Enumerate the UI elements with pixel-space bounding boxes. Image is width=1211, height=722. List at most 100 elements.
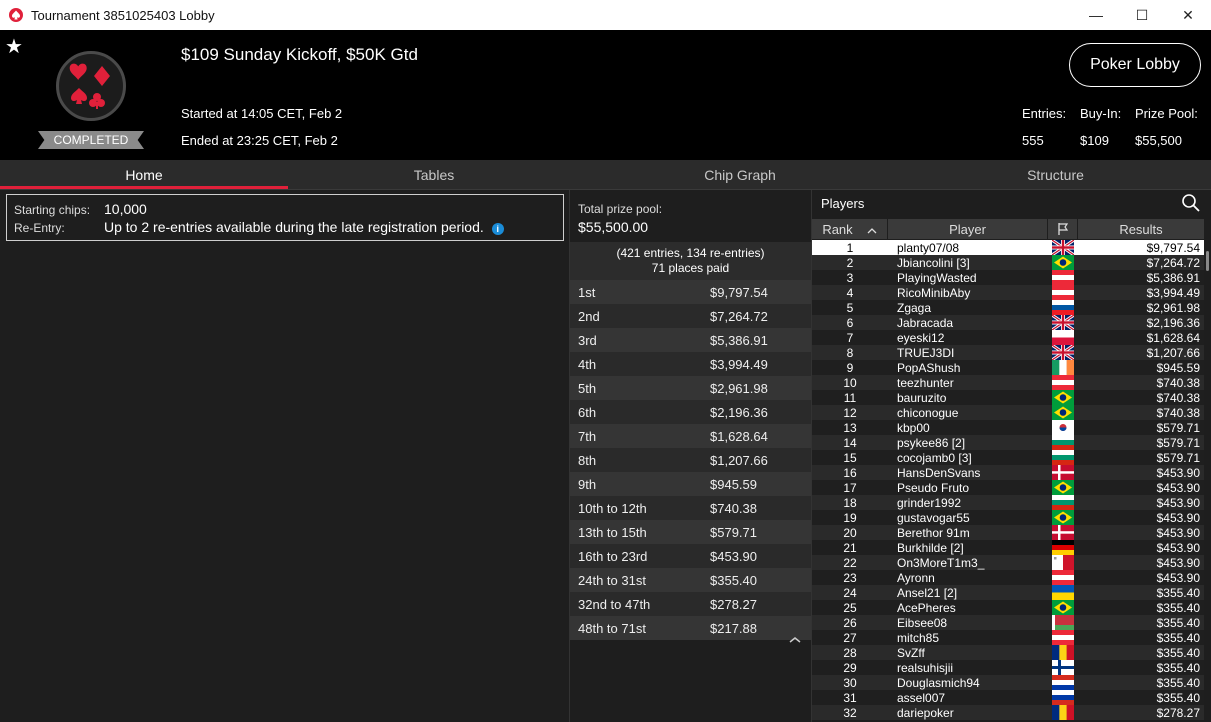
flag-fi-icon bbox=[1052, 660, 1074, 675]
player-rank: 32 bbox=[843, 706, 857, 720]
player-row[interactable]: 16 HansDenSvans $453.90 bbox=[812, 465, 1204, 480]
payout-amount: $2,196.36 bbox=[710, 404, 768, 420]
status-badge: COMPLETED bbox=[38, 131, 144, 149]
player-row[interactable]: 22 On3MoreT1m3_ $453.90 bbox=[812, 555, 1204, 570]
player-result: $945.59 bbox=[1156, 361, 1200, 375]
players-title: Players bbox=[821, 196, 865, 211]
player-result: $355.40 bbox=[1156, 646, 1200, 660]
info-icon[interactable]: i bbox=[491, 223, 504, 235]
flag-de-icon bbox=[1052, 540, 1074, 556]
player-name: On3MoreT1m3_ bbox=[897, 556, 985, 570]
search-icon[interactable] bbox=[1181, 193, 1201, 213]
player-name: SvZff bbox=[897, 646, 925, 660]
player-row[interactable]: 17 Pseudo Fruto $453.90 bbox=[812, 480, 1204, 495]
player-row[interactable]: 24 Ansel21 [2] $355.40 bbox=[812, 585, 1204, 601]
player-row[interactable]: 21 Burkhilde [2] $453.90 bbox=[812, 540, 1204, 556]
flag-at-icon bbox=[1052, 285, 1074, 301]
player-row[interactable]: 1 planty07/08 $9,797.54 bbox=[812, 238, 1204, 257]
player-row[interactable]: 8 TRUEJ3DI $1,207.66 bbox=[812, 343, 1204, 362]
results-column-header[interactable]: Results bbox=[1078, 219, 1204, 239]
close-button[interactable]: ✕ bbox=[1165, 0, 1211, 30]
places-paid: 71 places paid bbox=[651, 261, 730, 275]
payout-row: 1st $9,797.54 bbox=[570, 280, 811, 304]
player-result: $579.71 bbox=[1156, 451, 1200, 465]
player-rank: 29 bbox=[843, 661, 857, 675]
tournament-header: ★ COMPLETED $109 Sunday Kickoff, $50K Gt… bbox=[0, 30, 1211, 160]
tab-home[interactable]: Home bbox=[0, 160, 288, 190]
player-row[interactable]: 23 Ayronn $453.90 bbox=[812, 570, 1204, 586]
payout-amount: $945.59 bbox=[710, 476, 757, 492]
player-row[interactable]: 13 kbp00 $579.71 bbox=[812, 420, 1204, 435]
player-row[interactable]: 27 mitch85 $355.40 bbox=[812, 630, 1204, 646]
player-row[interactable]: 28 SvZff $355.40 bbox=[812, 645, 1204, 660]
tab-chip-graph[interactable]: Chip Graph bbox=[580, 160, 900, 190]
flag-br-icon bbox=[1052, 510, 1074, 525]
player-row[interactable]: 29 realsuhisjii $355.40 bbox=[812, 660, 1204, 675]
payout-place: 6th bbox=[578, 404, 597, 420]
players-scrollbar[interactable] bbox=[1204, 239, 1211, 722]
player-row[interactable]: 19 gustavogar55 $453.90 bbox=[812, 510, 1204, 525]
tab-structure[interactable]: Structure bbox=[900, 160, 1211, 190]
flag-si-icon bbox=[1052, 300, 1074, 316]
flag-icon[interactable] bbox=[1048, 219, 1078, 239]
player-name: cocojamb0 [3] bbox=[897, 451, 972, 465]
payout-row: 48th to 71st $217.88 bbox=[570, 616, 811, 640]
tournament-name: $109 Sunday Kickoff, $50K Gtd bbox=[181, 45, 418, 64]
player-row[interactable]: 2 Jbiancolini [3] $7,264.72 bbox=[812, 255, 1204, 270]
title-bar: Tournament 3851025403 Lobby — ☐ ✕ bbox=[0, 0, 1211, 30]
tab-tables[interactable]: Tables bbox=[288, 160, 580, 190]
payout-amount: $453.90 bbox=[710, 548, 757, 564]
reentry-label: Re-Entry: bbox=[14, 221, 65, 235]
player-result: $1,628.64 bbox=[1146, 331, 1200, 345]
poker-lobby-button[interactable]: Poker Lobby bbox=[1069, 43, 1201, 87]
home-panel: Starting chips: 10,000 Re-Entry: Up to 2… bbox=[0, 190, 568, 722]
player-row[interactable]: 3 PlayingWasted $5,386.91 bbox=[812, 270, 1204, 286]
flag-br-icon bbox=[1052, 480, 1074, 495]
player-row[interactable]: 7 eyeski12 $1,628.64 bbox=[812, 330, 1204, 346]
player-row[interactable]: 5 Zgaga $2,961.98 bbox=[812, 300, 1204, 316]
player-name: dariepoker bbox=[897, 706, 954, 720]
payout-row: 10th to 12th $740.38 bbox=[570, 496, 811, 520]
player-row[interactable]: 20 Berethor 91m $453.90 bbox=[812, 525, 1204, 540]
player-row[interactable]: 6 Jabracada $2,196.36 bbox=[812, 313, 1204, 332]
payout-amount: $740.38 bbox=[710, 500, 757, 516]
player-row[interactable]: 18 grinder1992 $453.90 bbox=[812, 495, 1204, 511]
chevron-up-icon[interactable] bbox=[788, 635, 802, 647]
player-row[interactable]: 30 Douglasmich94 $355.40 bbox=[812, 675, 1204, 691]
player-column-header[interactable]: Player bbox=[888, 219, 1048, 239]
player-row[interactable]: 32 dariepoker $278.27 bbox=[812, 705, 1204, 720]
scrollbar-thumb[interactable] bbox=[1206, 251, 1209, 271]
minimize-button[interactable]: — bbox=[1073, 0, 1119, 30]
player-result: $355.40 bbox=[1156, 631, 1200, 645]
payout-place: 3rd bbox=[578, 332, 597, 348]
player-result: $453.90 bbox=[1156, 571, 1200, 585]
flag-kr-icon bbox=[1052, 420, 1074, 435]
player-name: TRUEJ3DI bbox=[897, 346, 955, 360]
player-row[interactable]: 4 RicoMinibAby $3,994.49 bbox=[812, 285, 1204, 301]
player-name: mitch85 bbox=[897, 631, 940, 645]
card-suits-logo bbox=[56, 51, 126, 121]
players-panel: Players Rank Player Results 1 planty07/08… bbox=[811, 190, 1211, 722]
flag-gb-icon bbox=[1051, 313, 1075, 332]
player-row[interactable]: 26 Eibsee08 $355.40 bbox=[812, 615, 1204, 630]
player-row[interactable]: 14 psykee86 [2] $579.71 bbox=[812, 435, 1204, 451]
player-row[interactable]: 31 assel007 $355.40 bbox=[812, 690, 1204, 706]
player-rank: 11 bbox=[843, 391, 857, 405]
maximize-button[interactable]: ☐ bbox=[1119, 0, 1165, 30]
flag-bg-icon bbox=[1052, 435, 1074, 451]
player-rank: 24 bbox=[843, 586, 857, 600]
player-row[interactable]: 12 chiconogue $740.38 bbox=[812, 405, 1204, 420]
rank-column-header[interactable]: Rank bbox=[812, 219, 888, 239]
total-prize-pool-label: Total prize pool: bbox=[578, 202, 663, 216]
flag-gb-icon bbox=[1051, 238, 1075, 257]
player-row[interactable]: 11 bauruzito $740.38 bbox=[812, 390, 1204, 405]
player-name: bauruzito bbox=[897, 391, 947, 405]
payout-place: 4th bbox=[578, 356, 597, 372]
player-row[interactable]: 10 teezhunter $740.38 bbox=[812, 375, 1204, 391]
player-row[interactable]: 15 cocojamb0 [3] $579.71 bbox=[812, 450, 1204, 466]
player-rank: 14 bbox=[843, 436, 857, 450]
player-row[interactable]: 9 PopAShush $945.59 bbox=[812, 360, 1204, 375]
flag-py-icon bbox=[1052, 675, 1074, 691]
star-icon[interactable]: ★ bbox=[5, 34, 23, 59]
player-row[interactable]: 25 AcePheres $355.40 bbox=[812, 600, 1204, 615]
